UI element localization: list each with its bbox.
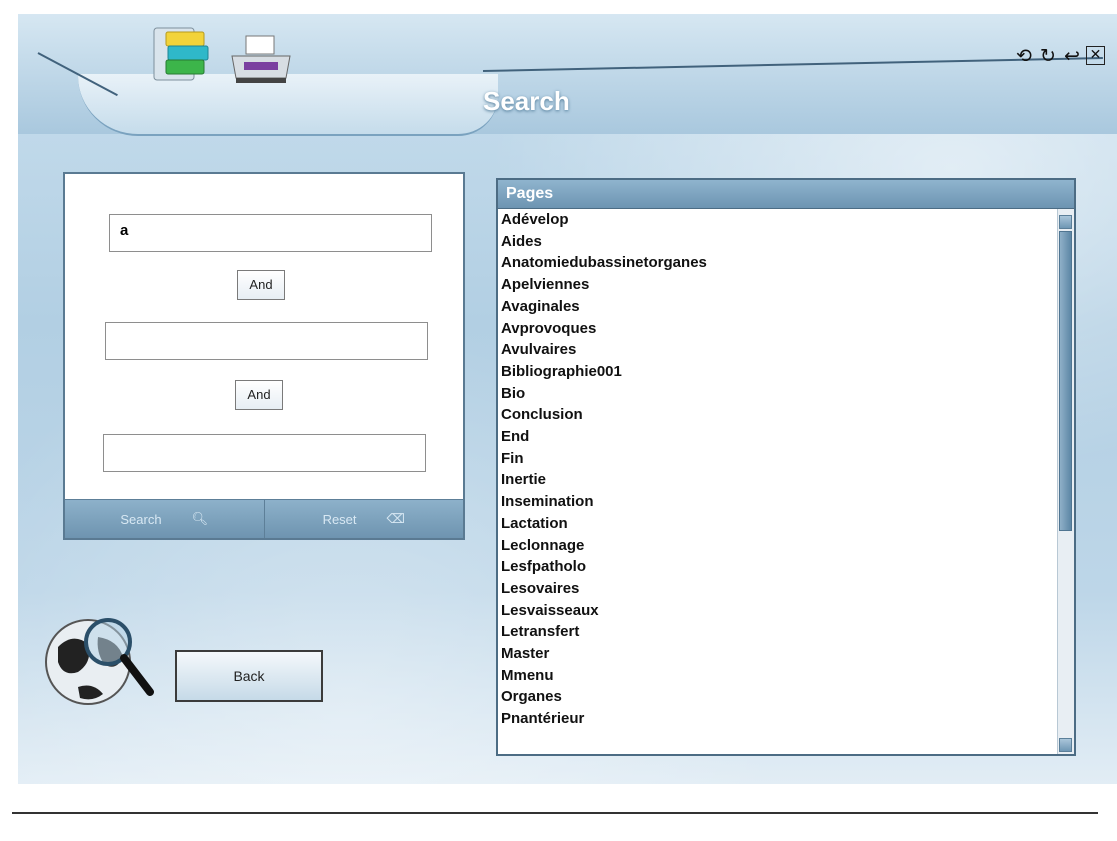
- reset-button[interactable]: Reset ⌫: [265, 500, 464, 538]
- page-list-item[interactable]: Avprovoques: [498, 318, 1056, 340]
- scroll-down-button[interactable]: [1059, 738, 1072, 752]
- operator-and-button-2[interactable]: And: [235, 380, 283, 410]
- page-list-item[interactable]: Anatomiedubassinetorganes: [498, 252, 1056, 274]
- page-list-item[interactable]: Apelviennes: [498, 274, 1056, 296]
- page-list-item[interactable]: Lesfpatholo: [498, 556, 1056, 578]
- page-list-item[interactable]: Adévelop: [498, 209, 1056, 231]
- search-input-1[interactable]: [118, 221, 427, 240]
- page-list-item[interactable]: Avulvaires: [498, 339, 1056, 361]
- page-list-item[interactable]: Letransfert: [498, 621, 1056, 643]
- page-list-item[interactable]: Lesvaisseaux: [498, 600, 1056, 622]
- page-list-item[interactable]: Avaginales: [498, 296, 1056, 318]
- search-icon: 🔍︎: [191, 511, 209, 526]
- refresh-icon[interactable]: ↻: [1038, 46, 1058, 66]
- search-field-2[interactable]: [105, 322, 428, 360]
- page-list-item[interactable]: Bio: [498, 383, 1056, 405]
- page-list-item[interactable]: Organes: [498, 686, 1056, 708]
- search-field-1[interactable]: [109, 214, 432, 252]
- search-button[interactable]: Search 🔍︎: [65, 500, 265, 538]
- page-list-item[interactable]: Insemination: [498, 491, 1056, 513]
- close-icon[interactable]: ✕: [1086, 46, 1105, 65]
- page-title: Search: [483, 86, 570, 116]
- page-list-item[interactable]: End: [498, 426, 1056, 448]
- search-panel-footer: Search 🔍︎ Reset ⌫: [65, 499, 463, 538]
- page-list-item[interactable]: Inertie: [498, 469, 1056, 491]
- reset-button-label: Reset: [322, 511, 357, 527]
- scroll-up-button[interactable]: [1059, 215, 1072, 229]
- app-window: Search ⟲ ↻ ↩ ✕ And And Search 🔍︎ Reset ⌫: [18, 14, 1117, 784]
- page-list-item[interactable]: Leclonnage: [498, 535, 1056, 557]
- window-controls: ⟲ ↻ ↩ ✕: [1014, 46, 1105, 66]
- pages-header: Pages: [498, 180, 1074, 209]
- back-arrow-icon[interactable]: ↩: [1062, 46, 1082, 66]
- scroll-thumb[interactable]: [1059, 231, 1072, 531]
- search-input-3[interactable]: [112, 441, 421, 460]
- page-list-item[interactable]: Fin: [498, 448, 1056, 470]
- page-list-item[interactable]: Master: [498, 643, 1056, 665]
- operator-and-button-1[interactable]: And: [237, 270, 285, 300]
- page-list-item[interactable]: Bibliographie001: [498, 361, 1056, 383]
- page-list-item[interactable]: Conclusion: [498, 404, 1056, 426]
- page-list-item[interactable]: Mmenu: [498, 665, 1056, 687]
- page-list-item[interactable]: Lesovaires: [498, 578, 1056, 600]
- printer-icon[interactable]: [226, 34, 296, 86]
- back-button[interactable]: Back: [175, 650, 323, 702]
- reset-icon: ⌫: [386, 511, 405, 526]
- pages-panel: Pages Adévelop Aides Anatomiedubassinetorg…: [496, 178, 1076, 756]
- page-list-item[interactable]: Pnantérieur: [498, 708, 1056, 730]
- page-list-item[interactable]: Lactation: [498, 513, 1056, 535]
- pages-list[interactable]: Adévelop Aides Anatomiedubassinetorganes Ap…: [498, 209, 1056, 754]
- search-input-2[interactable]: [114, 329, 423, 348]
- globe-magnifier-icon: [38, 602, 158, 714]
- search-button-label: Search: [120, 511, 162, 527]
- pages-scrollbar[interactable]: [1057, 209, 1074, 754]
- bottom-rule: [12, 812, 1098, 814]
- search-panel: And And Search 🔍︎ Reset ⌫: [63, 172, 465, 540]
- undo-icon[interactable]: ⟲: [1014, 46, 1034, 66]
- books-icon[interactable]: [150, 24, 214, 86]
- page-list-item[interactable]: Aides: [498, 231, 1056, 253]
- search-field-3[interactable]: [103, 434, 426, 472]
